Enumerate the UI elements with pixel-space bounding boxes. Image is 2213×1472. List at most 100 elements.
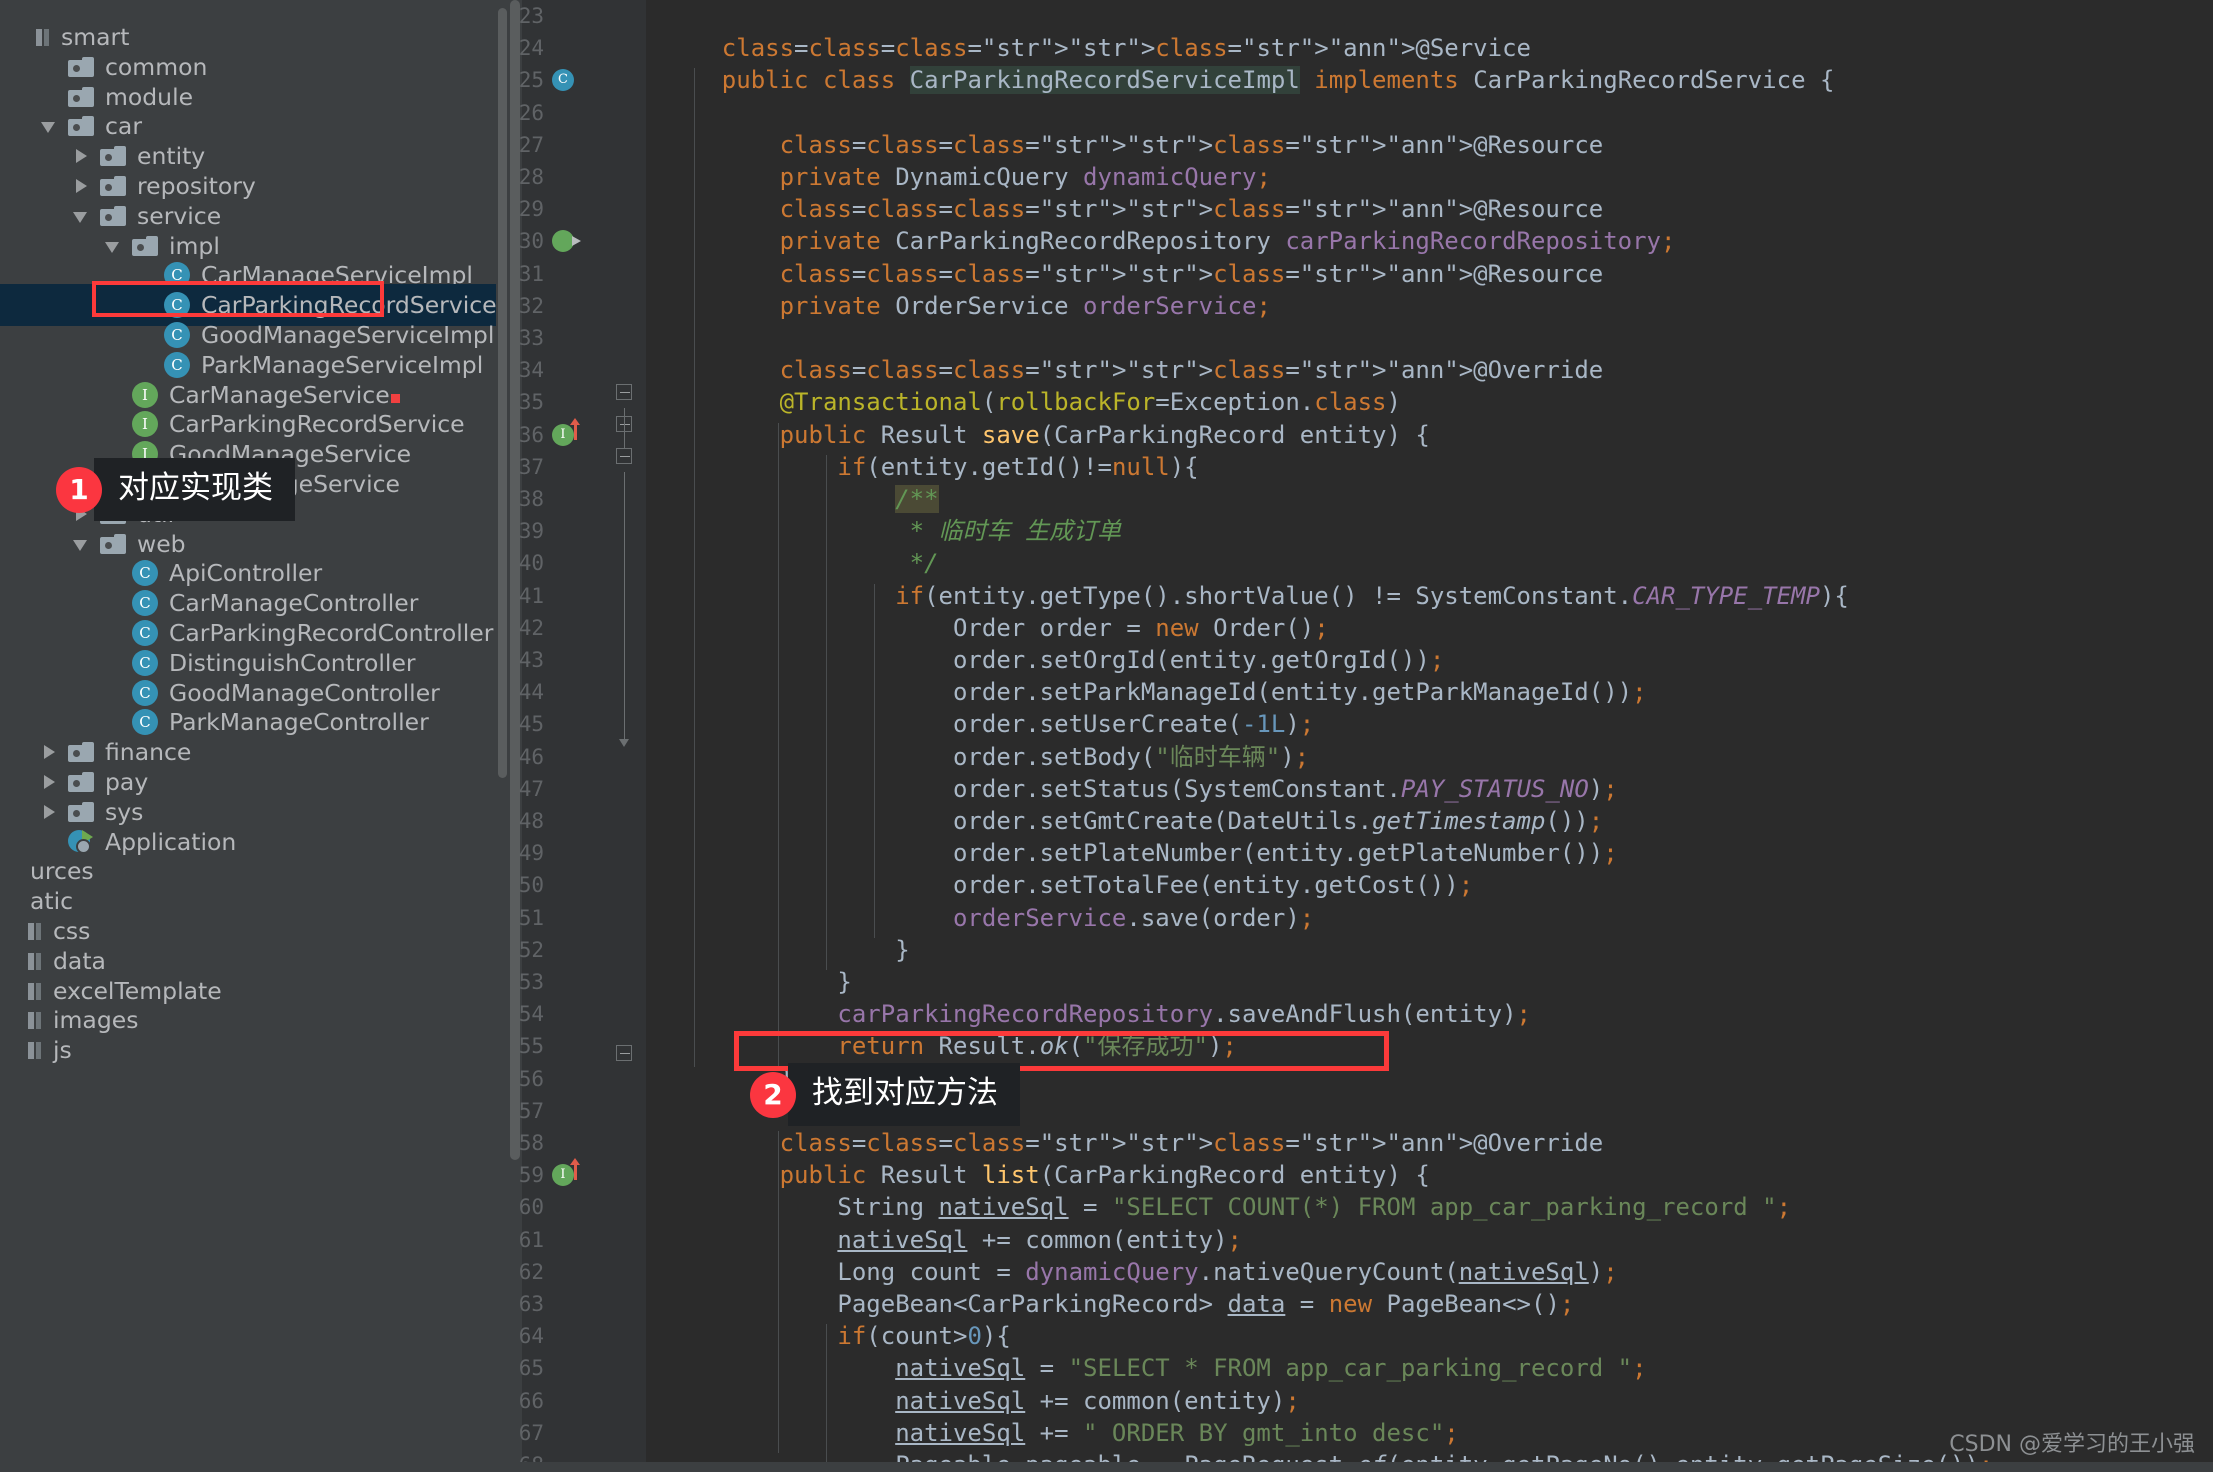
code-line-54[interactable]: carParkingRecordRepository.saveAndFlush(… (664, 998, 1531, 1030)
tree-item-js[interactable]: js (0, 1029, 496, 1071)
editor-gutter: 23 24 25 26 27 28 29 30 31 32 33 34 35 36 37 38 39 40 41 42… (508, 0, 608, 1472)
annotation-text-2: 找到对应方法 (771, 1063, 1020, 1126)
line-number: 61 (518, 1227, 544, 1252)
fold-end-icon (616, 730, 632, 750)
code-line-34[interactable]: class=class=class="str">"str">class="str… (664, 354, 1604, 386)
line-number: 43 (518, 648, 544, 672)
code-line-52[interactable]: } (664, 934, 909, 966)
code-line-53[interactable]: } (664, 966, 851, 998)
folder-icon (100, 205, 126, 226)
code-line-60[interactable]: String nativeSql = "SELECT COUNT(*) FROM… (664, 1191, 1791, 1223)
fold-marker-icon[interactable] (616, 440, 634, 472)
code-line-45[interactable]: order.setUserCreate(-1L); (664, 708, 1314, 740)
folder-icon (68, 742, 94, 763)
code-line-55[interactable]: return Result.ok("保存成功"); (664, 1030, 1236, 1062)
code-folding-column[interactable] (608, 0, 646, 1472)
code-line-58[interactable]: class=class=class="str">"str">class="str… (664, 1127, 1604, 1159)
line-number: 27 (518, 132, 544, 157)
code-line-41[interactable]: if(entity.getType().shortValue() != Syst… (664, 580, 1849, 612)
code-line-44[interactable]: order.setParkManageId(entity.getParkMana… (664, 676, 1647, 708)
line-number: 57 (518, 1098, 544, 1123)
chevron-right-icon[interactable] (40, 802, 60, 822)
code-line-42[interactable]: Order order = new Order(); (664, 612, 1329, 644)
chevron-down-icon[interactable] (72, 206, 92, 226)
code-line-24[interactable]: class=class=class="str">"str">class="str… (664, 32, 1531, 64)
code-line-50[interactable]: order.setTotalFee(entity.getCost()); (664, 869, 1473, 901)
code-line-31[interactable]: class=class=class="str">"str">class="str… (664, 258, 1604, 290)
chevron-down-icon[interactable] (104, 236, 124, 256)
line-number: 51 (518, 905, 544, 930)
line-number: 36 (518, 422, 544, 447)
class-marker-icon[interactable]: C (550, 64, 584, 96)
chevron-right-icon[interactable] (72, 176, 92, 196)
line-number: 64 (518, 1324, 544, 1349)
module-icon (36, 27, 50, 47)
code-line-48[interactable]: order.setGmtCreate(DateUtils.getTimestam… (664, 805, 1603, 837)
line-number: 28 (518, 165, 544, 189)
indent-guide (826, 1324, 827, 1472)
code-line-65[interactable]: nativeSql = "SELECT * FROM app_car_parki… (664, 1352, 1646, 1384)
code-line-66[interactable]: nativeSql += common(entity); (664, 1385, 1300, 1417)
chevron-down-icon[interactable] (40, 116, 60, 136)
code-line-61[interactable]: nativeSql += common(entity); (664, 1224, 1242, 1256)
fold-marker-icon[interactable] (616, 376, 634, 408)
chevron-right-icon[interactable] (40, 772, 60, 792)
code-line-47[interactable]: order.setStatus(SystemConstant.PAY_STATU… (664, 773, 1618, 805)
project-tree-panel[interactable]: smart common module car entity repository serv… (0, 0, 508, 1472)
code-line-32[interactable]: private OrderService orderService; (664, 290, 1271, 322)
code-line-38[interactable]: /** (664, 483, 939, 515)
line-number: 67 (518, 1420, 544, 1445)
chevron-right-icon[interactable] (72, 146, 92, 166)
annotation-badge-1: 1 (56, 466, 102, 513)
code-line-39[interactable]: * 临时车 生成订单 (664, 515, 1121, 547)
line-number: 32 (518, 293, 544, 318)
line-number: 37 (518, 454, 544, 479)
line-number: 59 (518, 1163, 544, 1188)
fold-marker-icon[interactable] (616, 1037, 634, 1069)
line-number: 66 (518, 1388, 544, 1413)
line-number: 24 (518, 36, 544, 61)
code-line-40[interactable]: */ (664, 547, 939, 579)
code-line-62[interactable]: Long count = dynamicQuery.nativeQueryCou… (664, 1256, 1617, 1288)
line-number: 65 (518, 1356, 544, 1381)
code-line-37[interactable]: if(entity.getId()!=null){ (664, 451, 1198, 483)
line-number: 55 (518, 1034, 544, 1059)
line-number: 62 (518, 1259, 544, 1284)
code-line-49[interactable]: order.setPlateNumber(entity.getPlateNumb… (664, 837, 1618, 869)
fold-guide-line (616, 472, 632, 730)
code-line-28[interactable]: private DynamicQuery dynamicQuery; (664, 161, 1271, 193)
code-line-43[interactable]: order.setOrgId(entity.getOrgId()); (664, 644, 1444, 676)
chevron-right-icon[interactable] (40, 742, 60, 762)
code-line-30[interactable]: private CarParkingRecordRepository carPa… (664, 225, 1676, 257)
code-line-63[interactable]: PageBean<CarParkingRecord> data = new Pa… (664, 1288, 1574, 1320)
folder-icon (100, 533, 126, 554)
chevron-down-icon[interactable] (72, 534, 92, 554)
code-line-64[interactable]: if(count>0){ (664, 1320, 1010, 1352)
indent-guide (874, 583, 875, 938)
code-area[interactable]: class=class=class="str">"str">class="str… (646, 0, 2213, 1472)
code-line-46[interactable]: order.setBody("临时车辆"); (664, 741, 1309, 773)
code-line-29[interactable]: class=class=class="str">"str">class="str… (664, 193, 1604, 225)
implements-method-icon[interactable]: I (550, 417, 584, 451)
annotation-callout-2: 2 找到对应方法 (750, 1063, 1020, 1126)
code-line-35[interactable]: @Transactional(rollbackFor=Exception.cla… (664, 386, 1401, 418)
code-line-67[interactable]: nativeSql += " ORDER BY gmt_into desc"; (664, 1417, 1459, 1449)
code-line-27[interactable]: class=class=class="str">"str">class="str… (664, 129, 1604, 161)
implements-method-icon[interactable]: I (550, 1158, 584, 1191)
bean-arrow-icon[interactable] (550, 225, 584, 257)
indent-guide (826, 454, 827, 970)
code-line-51[interactable]: orderService.save(order); (664, 902, 1314, 934)
indent-guide (778, 1131, 779, 1453)
code-line-25[interactable]: public class CarParkingRecordServiceImpl… (664, 64, 1834, 96)
line-number: 46 (518, 744, 544, 769)
